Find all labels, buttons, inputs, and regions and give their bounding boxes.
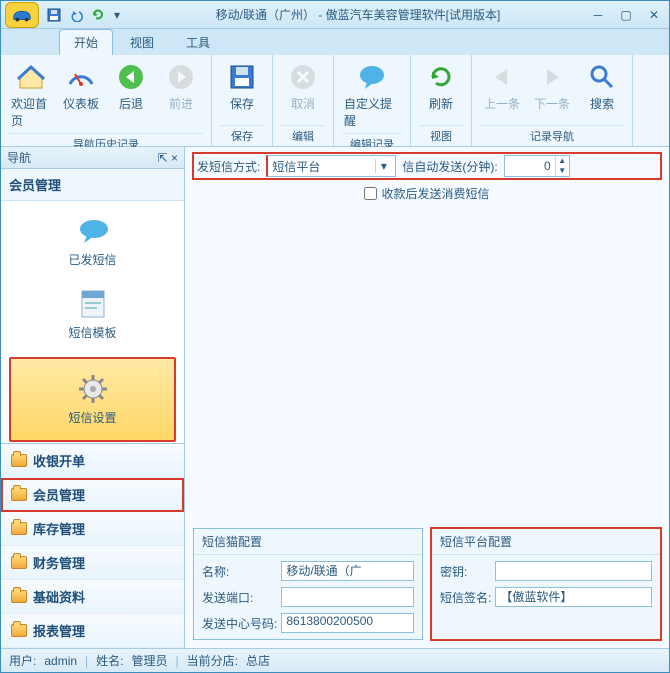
after-pay-checkbox[interactable] xyxy=(364,187,377,200)
modem-port-input[interactable] xyxy=(281,587,414,607)
modem-config-title: 短信猫配置 xyxy=(194,529,422,555)
arrow-right-icon xyxy=(536,61,568,93)
arrow-left-icon xyxy=(115,61,147,93)
remind-button[interactable]: 自定义提醒 xyxy=(342,59,402,131)
main-area: 导航 ⇱ × 会员管理 已发短信 短信模板 短信设置 xyxy=(1,147,669,648)
pin-icon[interactable]: ⇱ xyxy=(158,151,168,165)
refresh-icon xyxy=(425,61,457,93)
ribbon-group-view: 刷新 视图 xyxy=(411,55,472,146)
platform-key-input[interactable] xyxy=(495,561,652,581)
window-controls: ─ ▢ ✕ xyxy=(587,7,665,23)
save-icon xyxy=(226,61,258,93)
house-icon xyxy=(15,61,47,93)
refresh-button[interactable]: 刷新 xyxy=(419,59,463,114)
app-window: ▾ 移动/联通（广州） - 傲蓝汽车美容管理软件[试用版本] ─ ▢ ✕ 开始 … xyxy=(0,0,670,673)
forward-button: 前进 xyxy=(159,59,203,131)
modem-center-input[interactable]: 8613800200500 xyxy=(281,613,414,633)
ribbon-group-edit: 取消 编辑 xyxy=(273,55,334,146)
modem-config-box: 短信猫配置 名称: 移动/联通（广 发送端口: 发送中心号码: 86138002… xyxy=(193,528,423,640)
save-button[interactable]: 保存 xyxy=(220,59,264,114)
spin-up-icon[interactable]: ▲ xyxy=(556,156,569,166)
arrow-right-icon xyxy=(165,61,197,93)
cancel-icon xyxy=(287,61,319,93)
nav-group-title: 会员管理 xyxy=(1,169,184,201)
nav-cat-basic[interactable]: 基础资料 xyxy=(1,580,184,614)
quick-access-toolbar: ▾ xyxy=(45,6,123,24)
chat-bubble-icon xyxy=(77,215,109,247)
ribbon-tabs: 开始 视图 工具 xyxy=(1,29,669,55)
ribbon-group-nav: 欢迎首页 仪表板 后退 前进 导航历史记录 xyxy=(1,55,212,146)
sms-method-combo[interactable]: 短信平台 ▾ xyxy=(266,155,396,177)
modem-name-input[interactable]: 移动/联通（广 xyxy=(281,561,414,581)
status-bar: 用户:admin | 姓名:管理员 | 当前分店:总店 xyxy=(1,648,669,672)
ribbon-group-record: 自定义提醒 编辑记录 xyxy=(334,55,411,146)
search-button[interactable]: 搜索 xyxy=(580,59,624,114)
ribbon: 欢迎首页 仪表板 后退 前进 导航历史记录 保存 保存 取消 编辑 自定义提醒 … xyxy=(1,55,669,147)
content-pane: 发短信方式: 短信平台 ▾ 信自动发送(分钟): 0 ▲▼ 收款后发送消费短信 … xyxy=(185,147,669,648)
qat-save-icon[interactable] xyxy=(45,6,63,24)
nav-categories: 收银开单 会员管理 库存管理 财务管理 基础资料 报表管理 xyxy=(1,443,184,648)
qat-dropdown-icon[interactable]: ▾ xyxy=(111,6,123,24)
nav-pane: 导航 ⇱ × 会员管理 已发短信 短信模板 短信设置 xyxy=(1,147,185,648)
sms-method-row: 发短信方式: 短信平台 ▾ 信自动发送(分钟): 0 ▲▼ xyxy=(193,153,661,179)
title-bar: ▾ 移动/联通（广州） - 傲蓝汽车美容管理软件[试用版本] ─ ▢ ✕ xyxy=(1,1,669,29)
nav-cat-cashier[interactable]: 收银开单 xyxy=(1,444,184,478)
nav-cat-finance[interactable]: 财务管理 xyxy=(1,546,184,580)
tab-start[interactable]: 开始 xyxy=(59,29,113,55)
nav-item-sent-sms[interactable]: 已发短信 xyxy=(1,209,184,282)
window-title: 移动/联通（广州） - 傲蓝汽车美容管理软件[试用版本] xyxy=(129,6,587,23)
folder-icon xyxy=(11,454,27,467)
nav-cat-inventory[interactable]: 库存管理 xyxy=(1,512,184,546)
next-record-button: 下一条 xyxy=(530,59,574,114)
close-button[interactable]: ✕ xyxy=(643,7,665,23)
after-pay-checkbox-row: 收款后发送消费短信 xyxy=(193,179,661,208)
prev-record-button: 上一条 xyxy=(480,59,524,114)
cancel-button: 取消 xyxy=(281,59,325,114)
nav-item-sms-settings[interactable]: 短信设置 xyxy=(9,357,176,442)
folder-icon xyxy=(11,522,27,535)
back-button[interactable]: 后退 xyxy=(109,59,153,131)
spin-down-icon[interactable]: ▼ xyxy=(556,166,569,176)
ribbon-group-recnav: 上一条 下一条 搜索 记录导航 xyxy=(472,55,633,146)
home-button[interactable]: 欢迎首页 xyxy=(9,59,53,131)
platform-config-box: 短信平台配置 密钥: 短信签名: 【傲蓝软件】 xyxy=(431,528,661,640)
search-icon xyxy=(586,61,618,93)
qat-undo-icon[interactable] xyxy=(67,6,85,24)
sms-method-label: 发短信方式: xyxy=(197,158,260,175)
auto-send-label: 信自动发送(分钟): xyxy=(402,158,497,175)
ribbon-group-save: 保存 保存 xyxy=(212,55,273,146)
chevron-down-icon: ▾ xyxy=(375,159,391,173)
nav-item-sms-template[interactable]: 短信模板 xyxy=(1,282,184,355)
minimize-button[interactable]: ─ xyxy=(587,7,609,23)
gauge-icon xyxy=(65,61,97,93)
nav-cat-member[interactable]: 会员管理 xyxy=(1,478,184,512)
folder-icon xyxy=(11,590,27,603)
nav-items: 已发短信 短信模板 短信设置 xyxy=(1,201,184,443)
folder-icon xyxy=(11,556,27,569)
template-icon xyxy=(77,288,109,320)
chat-icon xyxy=(356,61,388,93)
platform-config-title: 短信平台配置 xyxy=(432,529,660,555)
arrow-left-icon xyxy=(486,61,518,93)
folder-icon xyxy=(11,488,27,501)
qat-refresh-icon[interactable] xyxy=(89,6,107,24)
app-icon xyxy=(5,2,39,28)
maximize-button[interactable]: ▢ xyxy=(615,7,637,23)
tab-view[interactable]: 视图 xyxy=(115,29,169,55)
gear-icon xyxy=(77,373,109,405)
nav-header: 导航 ⇱ × xyxy=(1,147,184,169)
config-boxes: 短信猫配置 名称: 移动/联通（广 发送端口: 发送中心号码: 86138002… xyxy=(193,528,661,644)
nav-cat-report[interactable]: 报表管理 xyxy=(1,614,184,648)
tab-tools[interactable]: 工具 xyxy=(171,29,225,55)
dashboard-button[interactable]: 仪表板 xyxy=(59,59,103,131)
auto-send-spinner[interactable]: 0 ▲▼ xyxy=(504,155,570,177)
platform-sign-input[interactable]: 【傲蓝软件】 xyxy=(495,587,652,607)
folder-icon xyxy=(11,624,27,637)
close-nav-icon[interactable]: × xyxy=(171,151,178,165)
